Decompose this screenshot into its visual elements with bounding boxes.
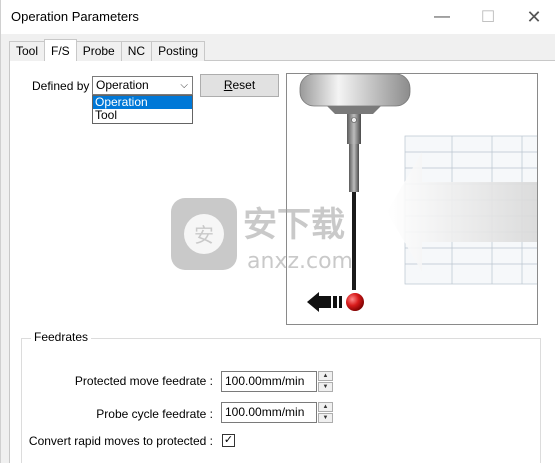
defined-by-label: Defined by : [32, 79, 97, 93]
reset-button[interactable]: Reset [200, 74, 279, 97]
defined-by-combobox[interactable]: Operation ⌵ [92, 76, 193, 95]
protected-move-feedrate-spinner[interactable]: ▲ ▼ [318, 371, 333, 392]
dropdown-option-tool[interactable]: Tool [93, 109, 192, 122]
maximize-button[interactable]: ☐ [465, 0, 511, 34]
operation-parameters-window: Operation Parameters — ☐ ✕ Tool F/S Prob… [0, 0, 555, 463]
tab-posting[interactable]: Posting [151, 41, 206, 61]
tab-probe[interactable]: Probe [75, 41, 122, 61]
spin-up-icon[interactable]: ▲ [318, 371, 333, 381]
protected-move-feedrate-label: Protected move feedrate : [74, 374, 213, 388]
probe-head-shape [299, 74, 411, 107]
convert-rapid-checkbox[interactable]: ✓ [222, 434, 235, 447]
probe-ball-shape [346, 293, 364, 311]
chevron-down-icon[interactable]: ⌵ [180, 77, 188, 94]
convert-rapid-label: Convert rapid moves to protected : [28, 434, 213, 448]
tab-nc[interactable]: NC [120, 41, 153, 61]
spin-down-icon[interactable]: ▼ [318, 413, 333, 423]
feedrates-group-label: Feedrates [31, 330, 92, 344]
defined-by-dropdown-list: Operation Tool [92, 95, 193, 124]
protected-move-feedrate-input[interactable]: 100.00mm/min [221, 371, 317, 392]
tab-bar: Tool F/S Probe NC Posting [9, 39, 206, 61]
close-button[interactable]: ✕ [511, 0, 555, 34]
defined-by-value: Operation [96, 78, 149, 92]
direction-arrow-left-icon [307, 292, 342, 312]
reset-label-rest: eset [232, 78, 256, 92]
checkmark-icon: ✓ [223, 434, 234, 446]
probe-cycle-feedrate-label: Probe cycle feedrate : [96, 407, 213, 421]
probe-illustration [299, 74, 537, 312]
spin-down-icon[interactable]: ▼ [318, 382, 333, 392]
minimize-button[interactable]: — [419, 0, 465, 34]
spin-up-icon[interactable]: ▲ [318, 402, 333, 412]
probe-cycle-feedrate-input[interactable]: 100.00mm/min [221, 402, 317, 423]
tab-fs[interactable]: F/S [44, 39, 77, 61]
title-bar: Operation Parameters — ☐ ✕ [1, 0, 555, 34]
window-title: Operation Parameters [11, 9, 139, 24]
probe-cycle-feedrate-spinner[interactable]: ▲ ▼ [318, 402, 333, 423]
probe-preview-image [286, 73, 538, 325]
tab-tool[interactable]: Tool [9, 41, 46, 61]
